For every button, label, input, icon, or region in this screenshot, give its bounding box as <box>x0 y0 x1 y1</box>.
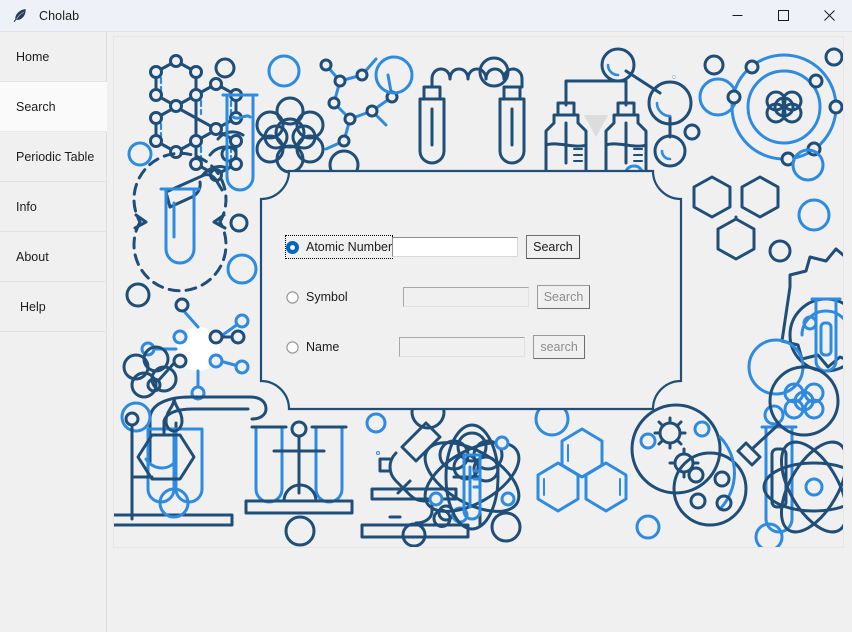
search-row-name: Name search <box>286 334 585 360</box>
symbol-search-button[interactable]: Search <box>536 285 591 309</box>
search-row-atomic-number: Atomic Number Search <box>284 234 580 260</box>
name-search-button[interactable]: search <box>533 335 585 359</box>
radio-selected-icon <box>286 240 299 254</box>
radio-label: Atomic Number <box>306 240 393 254</box>
radio-unselected-icon <box>286 290 299 304</box>
sidebar-item-label: Info <box>16 199 37 214</box>
sidebar-navigation: Home Search Periodic Table Info About He… <box>0 32 107 632</box>
sidebar-item-label: Periodic Table <box>16 149 95 164</box>
sidebar-item-periodic-table[interactable]: Periodic Table <box>0 132 106 182</box>
radio-atomic-number[interactable]: Atomic Number <box>284 235 394 259</box>
sidebar-item-info[interactable]: Info <box>0 182 106 232</box>
close-button[interactable] <box>806 0 852 31</box>
symbol-input[interactable] <box>402 287 529 307</box>
bubble-circle-icon <box>376 451 380 455</box>
radio-unselected-icon <box>286 340 299 354</box>
minimize-button[interactable] <box>714 0 760 31</box>
atomic-number-input[interactable] <box>392 237 519 257</box>
sidebar-item-label: About <box>16 249 49 264</box>
window-title: Cholab <box>39 8 80 23</box>
application-window: Cholab Home Search Periodic Table Info A… <box>0 0 852 632</box>
search-row-symbol: Symbol Search <box>286 284 591 310</box>
maximize-button[interactable] <box>760 0 806 31</box>
sidebar-item-about[interactable]: About <box>0 232 106 282</box>
radio-name[interactable]: Name <box>286 336 339 358</box>
close-icon <box>823 10 835 21</box>
sidebar-item-label: Search <box>16 99 56 114</box>
title-bar: Cholab <box>0 0 852 32</box>
content-area: Atomic Number Search Symbol Search Name … <box>113 36 844 548</box>
feather-icon <box>13 8 26 22</box>
sidebar-item-home[interactable]: Home <box>0 32 106 82</box>
radio-symbol[interactable]: Symbol <box>286 286 348 308</box>
maximize-icon <box>777 10 789 21</box>
radio-label: Name <box>306 340 340 354</box>
name-input[interactable] <box>399 337 526 357</box>
minimize-icon <box>732 15 742 16</box>
radio-label: Symbol <box>306 290 348 304</box>
sidebar-item-label: Home <box>16 49 50 64</box>
search-form: Atomic Number Search Symbol Search Name … <box>259 169 683 411</box>
sidebar-item-help[interactable]: Help <box>0 282 106 332</box>
search-panel: Atomic Number Search Symbol Search Name … <box>259 169 683 411</box>
atomic-number-search-button[interactable]: Search <box>526 235 580 259</box>
sidebar-item-label: Help <box>20 299 46 314</box>
sidebar-item-search[interactable]: Search <box>0 82 107 132</box>
